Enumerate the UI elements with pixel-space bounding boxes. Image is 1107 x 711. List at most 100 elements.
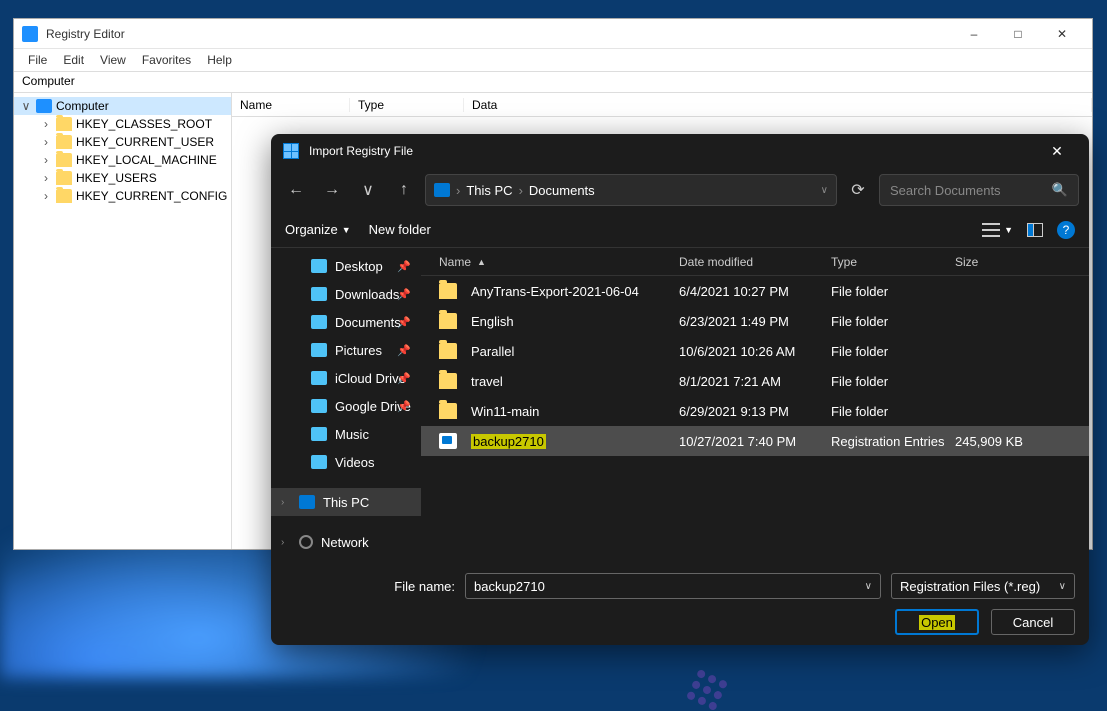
sidebar-item-this-pc[interactable]: › This PC — [271, 488, 421, 516]
folder-icon — [439, 373, 457, 389]
pin-icon: 📌 — [397, 400, 411, 413]
close-button[interactable]: ✕ — [1040, 20, 1084, 48]
computer-icon — [36, 99, 52, 113]
col-data[interactable]: Data — [464, 98, 1092, 112]
preview-pane-button[interactable] — [1027, 223, 1043, 237]
search-input[interactable]: Search Documents 🔍 — [879, 174, 1079, 206]
minimize-button[interactable]: – — [952, 20, 996, 48]
folder-icon — [311, 343, 327, 357]
refresh-button[interactable]: ⟳ — [843, 175, 873, 205]
file-date: 6/23/2021 1:49 PM — [679, 314, 831, 329]
sidebar-item[interactable]: Videos — [271, 448, 421, 476]
file-type: File folder — [831, 374, 955, 389]
nav-recent-button[interactable]: ∨ — [353, 175, 383, 205]
sidebar-item[interactable]: Google Drive📌 — [271, 392, 421, 420]
folder-icon — [56, 135, 72, 149]
folder-icon — [311, 287, 327, 301]
menu-edit[interactable]: Edit — [55, 51, 92, 69]
file-type: File folder — [831, 314, 955, 329]
open-button[interactable]: Open — [895, 609, 979, 635]
expand-icon[interactable]: ∨ — [20, 99, 32, 113]
col-type[interactable]: Type — [831, 255, 955, 269]
expand-icon[interactable]: › — [40, 117, 52, 131]
col-name[interactable]: Name — [232, 98, 350, 112]
chevron-down-icon[interactable]: ∨ — [865, 581, 872, 592]
tree-node-hive[interactable]: ›HKEY_CURRENT_USER — [34, 133, 231, 151]
sidebar-label: Network — [321, 535, 369, 550]
cancel-button[interactable]: Cancel — [991, 609, 1075, 635]
file-type: File folder — [831, 344, 955, 359]
menu-file[interactable]: File — [20, 51, 55, 69]
sidebar-label: Documents — [335, 315, 401, 330]
file-row-folder[interactable]: Parallel10/6/2021 10:26 AMFile folder — [421, 336, 1089, 366]
view-mode-button[interactable]: ▼ — [982, 223, 1013, 237]
filename-label: File name: — [285, 579, 455, 594]
organize-dropdown[interactable]: Organize ▼ — [285, 222, 351, 237]
file-row-reg[interactable]: backup271010/27/2021 7:40 PMRegistration… — [421, 426, 1089, 456]
file-row-folder[interactable]: Win11-main6/29/2021 9:13 PMFile folder — [421, 396, 1089, 426]
sidebar-label: iCloud Drive — [335, 371, 406, 386]
address-bar[interactable]: › This PC › Documents ∨ — [425, 174, 837, 206]
dialog-close-button[interactable]: ✕ — [1037, 143, 1077, 160]
pin-icon: 📌 — [397, 372, 411, 385]
path-segment-thispc[interactable]: This PC — [466, 183, 512, 198]
tree-node-hive[interactable]: ›HKEY_LOCAL_MACHINE — [34, 151, 231, 169]
sidebar-item[interactable]: Music — [271, 420, 421, 448]
file-list-header: Name ▲ Date modified Type Size — [421, 248, 1089, 276]
dialog-footer: File name: backup2710 ∨ Registration Fil… — [271, 563, 1089, 645]
chevron-right-icon[interactable]: › — [281, 497, 284, 508]
chevron-down-icon[interactable]: ∨ — [1059, 581, 1066, 592]
tree-node-hive[interactable]: › HKEY_CURRENT_CONFIG — [34, 187, 231, 205]
chevron-right-icon: › — [519, 183, 523, 198]
menu-view[interactable]: View — [92, 51, 134, 69]
sidebar-item[interactable]: Documents📌 — [271, 308, 421, 336]
sidebar-label: Videos — [335, 455, 375, 470]
filename-input[interactable]: backup2710 ∨ — [465, 573, 881, 599]
search-placeholder: Search Documents — [890, 183, 1052, 198]
nav-up-button[interactable]: ↑ — [389, 175, 419, 205]
new-folder-button[interactable]: New folder — [369, 222, 431, 237]
tree-label: HKEY_CURRENT_CONFIG — [76, 189, 227, 203]
chevron-right-icon[interactable]: › — [281, 537, 284, 548]
sidebar-item[interactable]: Pictures📌 — [271, 336, 421, 364]
nav-forward-button[interactable]: → — [317, 175, 347, 205]
menu-help[interactable]: Help — [199, 51, 240, 69]
tree-node-computer[interactable]: ∨ Computer — [14, 97, 231, 115]
maximize-button[interactable]: □ — [996, 20, 1040, 48]
nav-back-button[interactable]: ← — [281, 175, 311, 205]
col-size[interactable]: Size — [955, 255, 1035, 269]
pin-icon: 📌 — [397, 316, 411, 329]
expand-icon[interactable]: › — [40, 171, 52, 185]
list-view-icon — [982, 223, 1000, 237]
menu-favorites[interactable]: Favorites — [134, 51, 199, 69]
sidebar-item[interactable]: iCloud Drive📌 — [271, 364, 421, 392]
tree-node-hive[interactable]: ›HKEY_CLASSES_ROOT — [34, 115, 231, 133]
col-name[interactable]: Name ▲ — [439, 255, 679, 269]
folder-icon — [56, 189, 72, 203]
file-row-folder[interactable]: English6/23/2021 1:49 PMFile folder — [421, 306, 1089, 336]
col-type[interactable]: Type — [350, 98, 464, 112]
col-date[interactable]: Date modified — [679, 255, 831, 269]
folder-icon — [311, 315, 327, 329]
navigation-pane: Desktop📌Downloads📌Documents📌Pictures📌iCl… — [271, 248, 421, 563]
sidebar-item[interactable]: Desktop📌 — [271, 252, 421, 280]
filetype-dropdown[interactable]: Registration Files (*.reg) ∨ — [891, 573, 1075, 599]
file-type: File folder — [831, 284, 955, 299]
file-row-folder[interactable]: travel8/1/2021 7:21 AMFile folder — [421, 366, 1089, 396]
sidebar-item-network[interactable]: › Network — [271, 528, 421, 556]
regedit-address-bar[interactable]: Computer — [14, 71, 1092, 93]
chevron-down-icon[interactable]: ∨ — [821, 185, 828, 196]
sidebar-label: Music — [335, 427, 369, 442]
path-segment-documents[interactable]: Documents — [529, 183, 595, 198]
pin-icon: 📌 — [397, 288, 411, 301]
sidebar-item[interactable]: Downloads📌 — [271, 280, 421, 308]
tree-node-hive[interactable]: ›HKEY_USERS — [34, 169, 231, 187]
expand-icon[interactable]: › — [40, 135, 52, 149]
folder-icon — [56, 171, 72, 185]
folder-icon — [311, 259, 327, 273]
help-button[interactable]: ? — [1057, 221, 1075, 239]
expand-icon[interactable]: › — [40, 153, 52, 167]
file-row-folder[interactable]: AnyTrans-Export-2021-06-046/4/2021 10:27… — [421, 276, 1089, 306]
folder-icon — [434, 183, 450, 197]
expand-icon[interactable]: › — [40, 189, 52, 203]
